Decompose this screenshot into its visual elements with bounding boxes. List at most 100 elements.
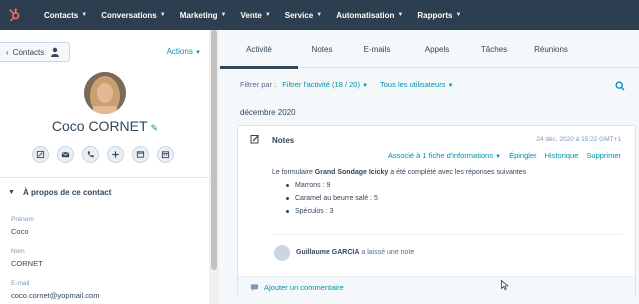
chevron-down-icon: ▼ (362, 83, 369, 89)
envelope-icon (61, 151, 70, 158)
note-author-action: a laissé une note (359, 249, 415, 256)
mouse-cursor-icon (501, 280, 509, 290)
tab-reunions[interactable]: Réunions (522, 30, 580, 68)
associated-label: Associé à 1 fiche d'informations (387, 151, 494, 160)
phone-icon (87, 151, 94, 158)
chevron-down-icon: ▼ (455, 12, 462, 18)
filter-row: Filtrer par : Filtrer l'activité (18 / 2… (240, 80, 466, 89)
nav-rapports[interactable]: Rapports ▼ (417, 11, 461, 20)
note-icon (250, 135, 259, 144)
calendar-icon (161, 151, 170, 159)
chevron-down-icon: ▼ (220, 12, 227, 18)
activity-tabs: Activité Notes E-mails Appels Tâches Réu… (220, 30, 639, 69)
tab-taches[interactable]: Tâches (466, 30, 522, 68)
note-author: Guillaume GARCIA (296, 249, 360, 256)
plus-icon (112, 151, 119, 158)
note-title: Notes (272, 136, 295, 145)
tab-emails[interactable]: E-mails (346, 30, 408, 68)
chevron-down-icon: ▼ (81, 12, 88, 18)
chevron-down-icon: ▼ (447, 83, 454, 89)
person-icon (51, 47, 60, 57)
add-comment-button[interactable]: Ajouter un commentaire (238, 276, 635, 297)
add-action-button[interactable] (107, 146, 124, 163)
top-navigation: Contacts ▼ Conversations ▼ Marketing ▼ Vent… (0, 0, 639, 30)
filter-users-label: Tous les utilisateurs (380, 80, 446, 89)
note-author-line: Guillaume GARCIA a laissé une note (296, 249, 414, 256)
note-actions: Associé à 1 fiche d'informations ▼ Éping… (388, 151, 621, 160)
nav-vente[interactable]: Vente ▼ (240, 11, 270, 20)
log-activity-button[interactable] (132, 146, 149, 163)
chevron-down-icon: ▼ (397, 12, 404, 18)
comment-icon (250, 283, 259, 291)
back-label: Contacts (12, 47, 45, 57)
field-value-lastname[interactable]: CORNET (11, 259, 43, 268)
nav-label: Marketing (179, 10, 218, 20)
chevron-left-icon: ‹ (6, 47, 9, 57)
about-section-toggle[interactable]: ▼ À propos de ce contact (8, 188, 111, 197)
hubspot-logo-icon[interactable] (0, 0, 30, 30)
nav-label: Service (284, 10, 314, 20)
note-date: 24 déc. 2020 à 15:22 GMT+1 (536, 136, 621, 143)
meeting-action-button[interactable] (157, 146, 174, 163)
nav-label: Contacts (44, 10, 79, 20)
actions-dropdown[interactable]: Actions ▼ (167, 47, 201, 56)
contact-sidebar: ‹ Contacts Actions ▼ Coco CORNET ✎ ▼ À p… (0, 30, 210, 304)
chevron-down-icon: ▼ (264, 12, 271, 18)
field-label-firstname: Prénom (11, 216, 34, 223)
nav-label: Conversations (101, 10, 157, 20)
nav-service[interactable]: Service ▼ (285, 11, 322, 20)
chevron-down-icon: ▼ (8, 189, 15, 196)
list-item: Spéculos : 3 (286, 208, 378, 215)
month-header: décembre 2020 (240, 108, 296, 117)
contact-name-text: Coco CORNET (51, 118, 148, 134)
email-action-button[interactable] (57, 146, 74, 163)
answers-list: Marrons : 9 Caramel au beurre salé : 5 S… (286, 182, 378, 221)
note-body-prefix: Le formulaire (272, 169, 315, 176)
pin-button[interactable]: Épingler (509, 151, 537, 160)
sidebar-scrollbar-thumb[interactable] (211, 30, 217, 270)
filter-users-dropdown[interactable]: Tous les utilisateurs ▼ (380, 80, 454, 89)
chevron-down-icon: ▼ (159, 12, 166, 18)
nav-label: Vente (240, 10, 262, 20)
list-item: Caramel au beurre salé : 5 (286, 195, 378, 202)
actions-label: Actions (166, 47, 193, 56)
back-to-contacts-button[interactable]: ‹ Contacts (0, 42, 70, 62)
window-icon (136, 151, 145, 158)
delete-button[interactable]: Supprimer (586, 151, 621, 160)
nav-conversations[interactable]: Conversations ▼ (101, 11, 166, 20)
note-body-suffix: a été complété avec les réponses suivant… (388, 169, 527, 176)
associated-records-dropdown[interactable]: Associé à 1 fiche d'informations ▼ (388, 151, 501, 160)
field-value-firstname[interactable]: Coco (11, 227, 29, 236)
chevron-down-icon: ▼ (195, 50, 201, 56)
nav-label: Rapports (417, 10, 453, 20)
note-body: Le formulaire Grand Sondage Icicky a été… (272, 168, 526, 178)
avatar[interactable] (84, 72, 126, 114)
filter-label: Filtrer par : (240, 80, 277, 89)
chevron-down-icon: ▼ (495, 154, 502, 160)
note-action-button[interactable] (32, 146, 49, 163)
tab-notes[interactable]: Notes (298, 30, 346, 68)
contact-actions-row (32, 146, 174, 163)
tab-appels[interactable]: Appels (408, 30, 466, 68)
edit-pencil-icon[interactable]: ✎ (151, 123, 159, 134)
activity-panel: Activité Notes E-mails Appels Tâches Réu… (220, 30, 639, 304)
search-icon[interactable] (615, 81, 625, 91)
field-value-email[interactable]: coco.cornet@yopmail.com (11, 291, 99, 300)
divider (272, 234, 622, 235)
history-button[interactable]: Historique (545, 151, 579, 160)
add-comment-label: Ajouter un commentaire (264, 282, 344, 292)
call-action-button[interactable] (82, 146, 99, 163)
tab-activite[interactable]: Activité (220, 30, 298, 69)
chevron-down-icon: ▼ (316, 12, 323, 18)
nav-contacts[interactable]: Contacts ▼ (44, 11, 87, 20)
nav-automatisation[interactable]: Automatisation ▼ (336, 11, 403, 20)
nav-marketing[interactable]: Marketing ▼ (180, 11, 227, 20)
form-name: Grand Sondage Icicky (314, 169, 389, 176)
nav-label: Automatisation (336, 10, 395, 20)
field-label-email: E-mail (11, 280, 30, 287)
note-card: Notes 24 déc. 2020 à 15:22 GMT+1 Associé… (237, 125, 636, 297)
about-title: À propos de ce contact (22, 188, 112, 197)
field-label-lastname: Nom (11, 248, 25, 255)
filter-activity-dropdown[interactable]: Filtrer l'activité (18 / 20) ▼ (282, 80, 368, 89)
contact-name: Coco CORNET ✎ (0, 118, 209, 134)
